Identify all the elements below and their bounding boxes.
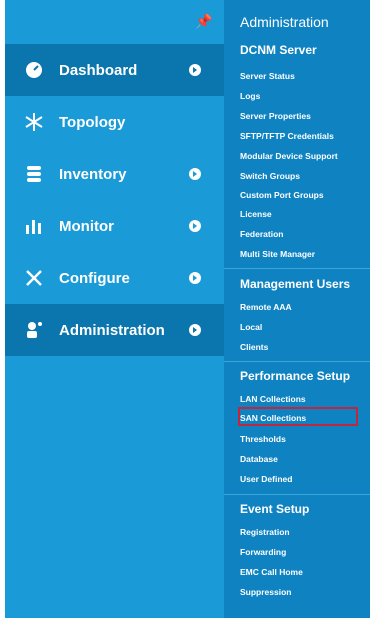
section-divider (224, 494, 370, 495)
chevron-right-icon[interactable] (189, 220, 201, 232)
menu-item-federation[interactable]: Federation (240, 229, 283, 239)
bar-chart-icon (26, 220, 41, 234)
menu-item-user-defined[interactable]: User Defined (240, 474, 292, 484)
menu-item-san-collections[interactable]: SAN Collections (240, 413, 306, 423)
app-frame: 📌 Dashboard Topology Inventory Monitor C… (5, 0, 370, 618)
menu-item-registration[interactable]: Registration (240, 527, 290, 537)
main-nav: 📌 Dashboard Topology Inventory Monitor C… (5, 0, 224, 618)
menu-item-emc-call-home[interactable]: EMC Call Home (240, 567, 303, 577)
pin-row: 📌 (5, 0, 224, 44)
nav-label: Inventory (59, 165, 127, 183)
menu-item-custom-port-groups[interactable]: Custom Port Groups (240, 190, 324, 200)
nav-item-configure[interactable]: Configure (5, 252, 224, 304)
nav-label: Configure (59, 269, 130, 287)
tools-icon (26, 270, 42, 286)
menu-item-logs[interactable]: Logs (240, 91, 260, 101)
menu-item-multi-site-manager[interactable]: Multi Site Manager (240, 249, 315, 259)
section-heading-management-users: Management Users (240, 277, 351, 291)
menu-item-lan-collections[interactable]: LAN Collections (240, 394, 306, 404)
chevron-right-icon[interactable] (189, 272, 201, 284)
section-heading-performance-setup: Performance Setup (240, 369, 351, 383)
admin-user-icon (27, 322, 42, 338)
menu-item-database[interactable]: Database (240, 454, 278, 464)
menu-item-server-properties[interactable]: Server Properties (240, 111, 311, 121)
nav-label: Administration (59, 321, 165, 339)
nav-item-inventory[interactable]: Inventory (5, 148, 224, 200)
chevron-right-icon[interactable] (189, 168, 201, 180)
menu-item-switch-groups[interactable]: Switch Groups (240, 171, 300, 181)
menu-item-forwarding[interactable]: Forwarding (240, 547, 286, 557)
chevron-right-icon[interactable] (189, 64, 201, 76)
chevron-right-icon[interactable] (189, 324, 201, 336)
menu-item-modular-device-support[interactable]: Modular Device Support (240, 151, 338, 161)
section-divider (224, 361, 370, 362)
database-icon (27, 166, 41, 182)
section-heading-dcnm-server: DCNM Server (240, 43, 317, 57)
nav-item-dashboard[interactable]: Dashboard (5, 44, 224, 96)
menu-item-suppression[interactable]: Suppression (240, 587, 291, 597)
menu-item-local[interactable]: Local (240, 322, 262, 332)
menu-item-sftp-tftp-credentials[interactable]: SFTP/TFTP Credentials (240, 131, 334, 141)
speedometer-icon (26, 62, 42, 78)
nav-item-topology[interactable]: Topology (5, 96, 224, 148)
nav-item-administration[interactable]: Administration (5, 304, 224, 356)
menu-item-clients[interactable]: Clients (240, 342, 268, 352)
section-heading-event-setup: Event Setup (240, 502, 310, 516)
menu-item-thresholds[interactable]: Thresholds (240, 434, 286, 444)
menu-item-remote-aaa[interactable]: Remote AAA (240, 302, 292, 312)
nav-label: Monitor (59, 217, 114, 235)
topology-icon (25, 113, 43, 131)
nav-label: Topology (59, 113, 126, 131)
administration-submenu: Administration DCNM Server Server Status… (224, 0, 370, 618)
section-divider (224, 268, 370, 269)
nav-item-monitor[interactable]: Monitor (5, 200, 224, 252)
nav-label: Dashboard (59, 61, 138, 79)
submenu-title: Administration (240, 14, 329, 30)
menu-item-license[interactable]: License (240, 209, 272, 219)
menu-item-server-status[interactable]: Server Status (240, 71, 295, 81)
pin-icon[interactable]: 📌 (195, 14, 212, 28)
